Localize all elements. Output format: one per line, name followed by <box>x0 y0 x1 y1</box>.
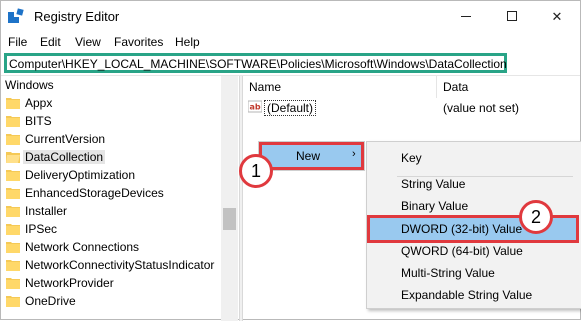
tree-item-label: Network Connections <box>25 240 140 254</box>
tree-scrollbar-thumb[interactable] <box>223 208 236 230</box>
minimize-icon <box>461 16 471 17</box>
tree-item-label: BITS <box>25 114 52 128</box>
tree-item-label: Installer <box>25 204 68 218</box>
step-2-badge: 2 <box>519 200 553 234</box>
context-menu-new-label: New <box>296 149 321 163</box>
submenu-item-label: QWORD (64-bit) Value <box>401 244 523 258</box>
folder-icon <box>6 170 20 181</box>
menu-file[interactable]: File <box>8 35 27 49</box>
title-bar: Registry Editor ✕ <box>1 1 580 32</box>
folder-icon <box>6 188 20 199</box>
submenu-item-key[interactable]: Key <box>370 147 576 169</box>
close-icon: ✕ <box>551 9 563 24</box>
submenu-item-label: Binary Value <box>401 199 469 213</box>
tree-item-datacollection[interactable]: DataCollection <box>1 148 237 166</box>
step-1-badge: 1 <box>239 154 273 188</box>
submenu-item-multi-string-value[interactable]: Multi-String Value <box>370 262 576 284</box>
tree-scrollbar[interactable] <box>221 76 238 321</box>
folder-icon <box>6 296 20 307</box>
address-bar[interactable]: Computer\HKEY_LOCAL_MACHINE\SOFTWARE\Pol… <box>4 53 507 73</box>
tree-item-network-connections[interactable]: Network Connections <box>1 238 237 256</box>
tree-item-label: DataCollection <box>23 150 106 164</box>
folder-icon <box>6 116 20 127</box>
tree-item-label: IPSec <box>25 222 58 236</box>
context-menu: New › <box>258 141 365 171</box>
folder-icon <box>6 224 20 235</box>
submenu-item-label: String Value <box>401 177 466 191</box>
maximize-button[interactable] <box>489 1 535 32</box>
folder-icon <box>6 242 20 253</box>
menu-favorites[interactable]: Favorites <box>114 35 163 49</box>
folder-icon <box>6 260 20 271</box>
tree-item-label: EnhancedStorageDevices <box>25 186 164 200</box>
menu-view[interactable]: View <box>75 35 101 49</box>
tree-item-label: Windows <box>5 78 54 92</box>
column-divider[interactable] <box>436 76 437 98</box>
tree-item-onedrive[interactable]: OneDrive <box>1 292 237 310</box>
tree-item-windows[interactable]: Windows <box>1 76 237 94</box>
submenu-item-label: Expandable String Value <box>401 288 533 302</box>
folder-icon <box>6 278 20 289</box>
tree-item-enhancedstoragedevices[interactable]: EnhancedStorageDevices <box>1 184 237 202</box>
registry-tree: Windows Appx BITS CurrentVersion DataCol… <box>1 76 237 321</box>
tree-item-appx[interactable]: Appx <box>1 94 237 112</box>
window-title: Registry Editor <box>34 9 120 24</box>
tree-item-ipsec[interactable]: IPSec <box>1 220 237 238</box>
menu-bar: File Edit View Favorites Help <box>1 32 580 52</box>
folder-icon <box>6 134 20 145</box>
submenu-item-label: Multi-String Value <box>401 266 495 280</box>
registry-app-icon <box>8 8 24 23</box>
menu-help[interactable]: Help <box>175 35 200 49</box>
tree-item-label: NetworkProvider <box>25 276 114 290</box>
tree-item-label: Appx <box>25 96 53 110</box>
maximize-icon <box>507 11 517 21</box>
tree-item-label: DeliveryOptimization <box>25 168 136 182</box>
submenu-item-label: Key <box>401 151 422 165</box>
submenu-item-string-value[interactable]: String Value <box>370 173 576 195</box>
folder-open-icon <box>6 152 20 163</box>
tree-item-deliveryoptimization[interactable]: DeliveryOptimization <box>1 166 237 184</box>
close-button[interactable]: ✕ <box>534 1 580 32</box>
registry-editor-window: Registry Editor ✕ File Edit View Favorit… <box>0 0 581 321</box>
folder-icon <box>6 98 20 109</box>
value-row[interactable]: ab (Default) (value not set) <box>243 98 580 116</box>
submenu-item-expandable-string-value[interactable]: Expandable String Value <box>370 284 576 306</box>
tree-item-label: OneDrive <box>25 294 76 308</box>
tree-item-networkprovider[interactable]: NetworkProvider <box>1 274 237 292</box>
svg-text:ab: ab <box>250 103 261 112</box>
tree-item-networkconnectivitystatusindicator[interactable]: NetworkConnectivityStatusIndicator <box>1 256 237 274</box>
tree-item-currentversion[interactable]: CurrentVersion <box>1 130 237 148</box>
minimize-button[interactable] <box>443 1 489 32</box>
menu-edit[interactable]: Edit <box>40 35 61 49</box>
string-value-icon: ab <box>248 100 262 113</box>
context-menu-new[interactable]: New › <box>259 142 364 170</box>
chevron-right-icon: › <box>352 148 356 160</box>
tree-item-label: CurrentVersion <box>25 132 106 146</box>
column-header-name[interactable]: Name <box>249 80 281 94</box>
folder-icon <box>6 206 20 217</box>
submenu-item-qword-value[interactable]: QWORD (64-bit) Value <box>370 240 576 262</box>
address-path: Computer\HKEY_LOCAL_MACHINE\SOFTWARE\Pol… <box>9 57 507 71</box>
value-name: (Default) <box>264 100 317 116</box>
tree-item-bits[interactable]: BITS <box>1 112 237 130</box>
value-data: (value not set) <box>443 101 520 115</box>
tree-item-installer[interactable]: Installer <box>1 202 237 220</box>
column-header-data[interactable]: Data <box>443 80 468 94</box>
submenu-item-label: DWORD (32-bit) Value <box>401 222 523 236</box>
tree-item-label: NetworkConnectivityStatusIndicator <box>25 258 215 272</box>
